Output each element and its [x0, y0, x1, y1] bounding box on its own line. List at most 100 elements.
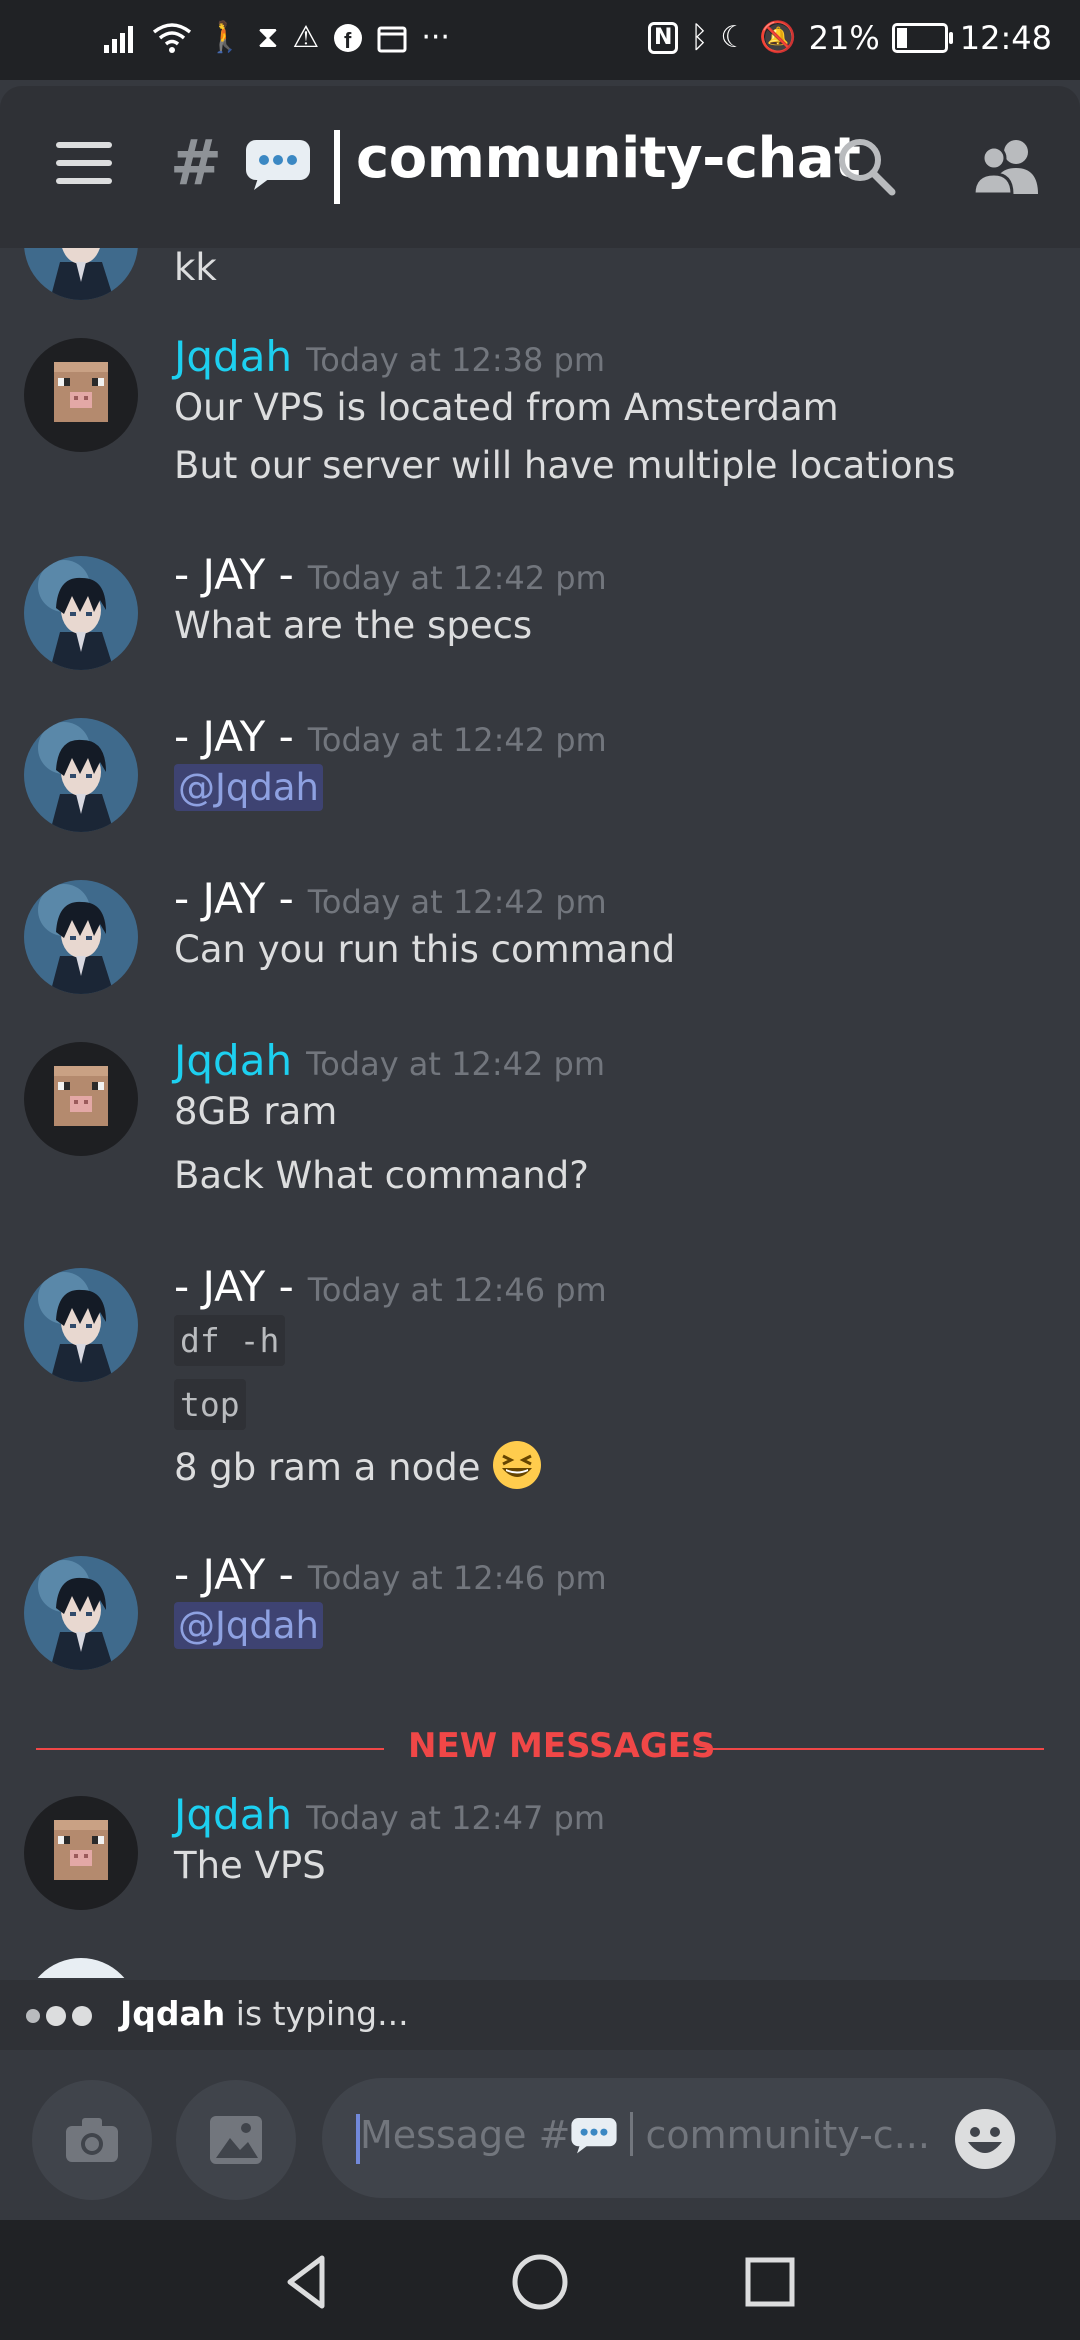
message-text: 8 gb ram a node — [174, 1446, 481, 1489]
search-icon[interactable] — [834, 134, 898, 198]
moon-icon: ☾ — [720, 20, 748, 55]
timestamp: Today at 12:42 pm — [307, 559, 607, 597]
typing-text: Jqdah is typing... — [120, 1994, 409, 2033]
recents-icon[interactable] — [738, 2250, 802, 2314]
avatar[interactable] — [24, 1796, 138, 1910]
battery-icon — [891, 23, 953, 53]
avatar[interactable] — [24, 556, 138, 670]
username[interactable]: - JAY - Today at 12:42 pm — [174, 712, 607, 761]
message-line: @Jqdah — [174, 1602, 324, 1649]
nfc-icon: N — [647, 22, 679, 54]
avatar[interactable] — [24, 1556, 138, 1670]
status-icons-left: 🚶 ⧗ ⚠ f ··· — [104, 18, 450, 58]
message-text: kk — [174, 248, 217, 289]
message-line: top — [174, 1379, 246, 1430]
message-text: The VPS — [174, 1844, 326, 1887]
bell-off-icon: 🔕 — [759, 20, 797, 55]
bluetooth-icon: ᛒ — [690, 20, 709, 55]
username-text[interactable]: Jqdah — [174, 1036, 292, 1085]
avatar[interactable] — [24, 1268, 138, 1382]
camera-icon — [66, 2118, 118, 2162]
user-mention[interactable]: @Jqdah — [174, 764, 324, 811]
typing-user: Jqdah — [120, 1994, 226, 2033]
home-icon[interactable] — [508, 2250, 572, 2314]
status-bar: 🚶 ⧗ ⚠ f ··· N ᛒ ☾ 🔕 21% 12:48 — [0, 0, 1080, 80]
gallery-button[interactable] — [176, 2080, 296, 2200]
message-input[interactable]: Message # community-c... — [322, 2078, 1056, 2198]
message-list[interactable]: kk Jqdah Today at 12:38 pm Our VPS is loc… — [0, 248, 1080, 1978]
new-messages-label: NEW MESSAGES — [408, 1726, 716, 1766]
username[interactable]: - JAY - Today at 12:42 pm — [174, 550, 607, 599]
inline-code: top — [174, 1379, 246, 1430]
avatar[interactable] — [24, 880, 138, 994]
channel-hash-icon: # — [170, 126, 222, 199]
menu-hamburger-icon[interactable] — [56, 142, 112, 190]
user-mention[interactable]: @Jqdah — [174, 1602, 324, 1649]
username-text[interactable]: Jqdah — [174, 332, 292, 381]
image-icon — [210, 2116, 262, 2164]
timestamp: Today at 12:42 pm — [306, 1045, 605, 1083]
channel-header: # community-chat — [0, 86, 1080, 248]
username[interactable]: Jqdah Today at 12:38 pm — [174, 332, 605, 381]
placeholder-prefix: Message # — [360, 2113, 571, 2157]
username-text[interactable]: Jqdah — [174, 1790, 292, 1839]
username-text[interactable]: - JAY - — [174, 1550, 294, 1599]
message-text: But our server will have multiple locati… — [174, 444, 956, 487]
message-placeholder: Message # community-c... — [360, 2112, 930, 2157]
placeholder-divider — [630, 2112, 634, 2156]
calendar-icon — [377, 26, 407, 53]
speech-bubble-emoji — [246, 140, 310, 190]
walking-icon: 🚶 — [206, 20, 244, 55]
message-line: @Jqdah — [174, 764, 324, 811]
battery-percent: 21% — [808, 19, 880, 57]
username-text[interactable]: - JAY - — [174, 712, 294, 761]
new-messages-divider: NEW MESSAGES — [36, 1726, 1044, 1770]
avatar[interactable] — [24, 718, 138, 832]
speech-bubble-emoji — [571, 2118, 618, 2154]
channel-name-divider — [334, 130, 340, 204]
username[interactable]: Jqdah Today at 12:42 pm — [174, 1036, 605, 1085]
timestamp: Today at 12:42 pm — [307, 883, 607, 921]
warning-icon: ⚠ — [292, 20, 320, 55]
username-text[interactable]: - JAY - — [174, 1262, 294, 1311]
laughing-emoji — [493, 1441, 542, 1489]
avatar[interactable] — [24, 1042, 138, 1156]
timestamp: Today at 12:47 pm — [306, 1799, 605, 1837]
message-text: Our VPS is located from Amsterdam — [174, 386, 839, 429]
username[interactable]: Jqdah Today at 12:47 pm — [174, 1790, 605, 1839]
username-text[interactable]: - JAY - — [174, 874, 294, 923]
more-icon: ··· — [421, 20, 450, 55]
username[interactable]: - JAY - Today at 12:42 pm — [174, 874, 607, 923]
emoji-picker-icon[interactable] — [954, 2108, 1016, 2170]
timestamp: Today at 12:46 pm — [307, 1271, 607, 1309]
message-composer: Message # community-c... — [0, 2050, 1080, 2220]
svg-text:f: f — [344, 28, 352, 53]
camera-button[interactable] — [32, 2080, 152, 2200]
avatar[interactable] — [24, 1958, 138, 1978]
wifi-icon — [152, 23, 192, 53]
placeholder-suffix: community-c... — [645, 2113, 930, 2157]
message-text: Can you run this command — [174, 928, 676, 971]
timestamp: Today at 12:46 pm — [307, 1559, 607, 1597]
message-line: df -h — [174, 1315, 286, 1366]
avatar[interactable] — [24, 248, 138, 300]
message-text: 8GB ram — [174, 1090, 338, 1133]
message-text: What are the specs — [174, 604, 533, 647]
signal-icon — [104, 26, 133, 53]
username[interactable]: - JAY - Today at 12:46 pm — [174, 1262, 607, 1311]
system-nav-bar — [0, 2220, 1080, 2340]
typing-dots-icon — [26, 2006, 92, 2026]
hourglass-icon: ⧗ — [257, 20, 279, 55]
timestamp: Today at 12:38 pm — [306, 341, 605, 379]
channel-title[interactable]: community-chat — [356, 126, 861, 191]
username-text[interactable]: - JAY - — [174, 550, 294, 599]
typing-indicator: Jqdah is typing... — [0, 1980, 1080, 2050]
username[interactable]: - JAY - Today at 12:46 pm — [174, 1550, 607, 1599]
status-icons-right: N ᛒ ☾ 🔕 21% 12:48 — [647, 18, 1052, 58]
clock: 12:48 — [959, 19, 1052, 57]
facebook-icon: f — [334, 24, 363, 53]
message-line: 8 gb ram a node — [174, 1440, 542, 1490]
avatar[interactable] — [24, 338, 138, 452]
members-icon[interactable] — [972, 136, 1042, 196]
back-icon[interactable] — [276, 2250, 340, 2314]
